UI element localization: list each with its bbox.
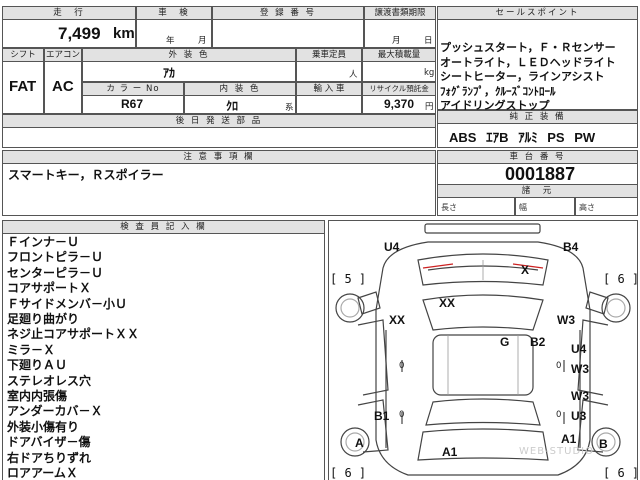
inspector-line: 足廻り曲がり (7, 312, 80, 327)
interior-color-header: 内 装 色 (184, 82, 296, 96)
inspector-line: 室内内張傷 (7, 389, 68, 404)
later-docs-header: 後 日 発 送 部 品 (2, 114, 436, 128)
damage-code-b4: B4 (563, 240, 579, 254)
width-label: 幅 (519, 203, 527, 212)
aircon-header: エアコン (44, 48, 82, 62)
damage-code-a1-bottom: A1 (442, 445, 458, 459)
panel-bracket: [ 5 ] (330, 272, 367, 286)
import-header: 輸 入 車 (296, 82, 362, 96)
inspector-line: Ｆインナ－Ｕ (7, 235, 80, 249)
interior-color-value: ｸﾛ (226, 99, 239, 113)
inspection-year-unit: 年 (166, 36, 175, 46)
equipment-list: ABS ｴｱB ｱﾙﾐ PS PW (449, 127, 595, 146)
inspector-line: ミラ－Ｘ (7, 342, 56, 357)
equipment-item: ABS (449, 130, 477, 145)
color-no-value: R67 (121, 97, 144, 111)
zero-marker: 0 (556, 361, 562, 371)
damage-code-xx-left: XX (389, 313, 406, 327)
damage-code-a1-right: A1 (561, 432, 577, 446)
max-load-header: 最大積載量 (362, 48, 436, 62)
inspector-header: 検 査 員 記 入 欄 (2, 220, 325, 234)
equipment-item: PW (574, 130, 596, 145)
damage-code-u4-right: U4 (571, 342, 587, 356)
sales-point-item: プッシュスタート，Ｆ・Ｒセンサー (440, 41, 616, 54)
inspector-line: ステレオレス穴 (7, 373, 92, 388)
capacity-unit: 人 (349, 70, 358, 80)
damage-code-a-left: A (355, 436, 364, 450)
notes-text: スマートキー，Ｒスポイラー (8, 168, 164, 182)
notes-header: 注 意 事 項 欄 (2, 150, 436, 164)
sales-point-item: シートヒーター，ラインアシスト (440, 70, 605, 83)
inspector-line: Ｆサイドメンバ－小Ｕ (7, 296, 128, 311)
aircon-value: AC (52, 78, 74, 95)
height-label: 高さ (579, 203, 595, 212)
damage-code-g: G (500, 335, 510, 349)
equipment-header: 純 正 装 備 (437, 110, 638, 124)
max-load-unit: kg (424, 68, 435, 78)
recycle-value: 9,370 (384, 97, 415, 111)
damage-code-w3-right-low: W3 (571, 389, 589, 403)
mileage-header: 走 行 (2, 6, 136, 20)
inspection-header: 車 検 (136, 6, 212, 20)
panel-bracket: [ 6 ] (603, 272, 640, 286)
inspector-lines: Ｆインナ－Ｕ フロントピラ－Ｕ センターピラ－Ｕ コアサポートＸ Ｆサイドメンバ… (7, 235, 322, 480)
inspector-line: 外装小傷有り (7, 419, 80, 434)
inspector-line: センターピラ－Ｕ (7, 265, 104, 280)
inspector-line: フロントピラ－Ｕ (7, 250, 104, 265)
inspector-line: ロアアームＸ (7, 466, 78, 480)
color-no-header: カ ラ ー No (82, 82, 184, 96)
inspector-line: 下廻りＡＵ (7, 358, 68, 373)
inspector-line: アンダーカバ－Ｘ (7, 404, 103, 419)
inspector-line: ネジ止コアサポートＸＸ (7, 327, 140, 342)
sales-point-item: オートライト，ＬＥＤヘッドライト (440, 55, 616, 69)
zero-marker: 0 (399, 361, 405, 371)
damage-code-b-right: B (599, 437, 608, 451)
panel-bracket: [ 6 ] (330, 466, 367, 480)
damage-code-b1: B1 (374, 409, 390, 423)
damage-code-w3-right-top: W3 (557, 313, 575, 327)
exterior-color-value: ｱｶ (163, 66, 176, 80)
damage-code-b2: B2 (530, 335, 546, 349)
shift-value: FAT (9, 78, 37, 95)
capacity-header: 乗車定員 (296, 48, 362, 62)
shift-header: シフト (2, 48, 44, 62)
registration-header: 登 録 番 号 (212, 6, 364, 20)
car-diagram (335, 223, 631, 476)
equipment-item: PS (547, 130, 565, 145)
inspector-line: ドアバイザ－傷 (7, 435, 91, 450)
transfer-header: 譲渡書類期限 (364, 6, 436, 20)
zero-marker: 0 (399, 410, 405, 420)
length-label: 長さ (441, 203, 457, 212)
damage-code-x-top: X (521, 263, 530, 277)
chassis-value: 0001887 (505, 164, 576, 184)
equipment-item: ｴｱB (486, 130, 509, 145)
damage-code-u4: U4 (384, 240, 400, 254)
mileage-unit: km (113, 25, 135, 42)
panel-bracket: [ 6 ] (603, 466, 640, 480)
equipment-item: ｱﾙﾐ (518, 130, 538, 145)
chassis-header: 車 台 番 号 (437, 150, 638, 164)
sales-point-item: ﾌｫｸﾞﾗﾝﾌﾟ，ｸﾙｰｽﾞｺﾝﾄﾛｰﾙ (440, 84, 556, 98)
damage-code-w3-right-mid: W3 (571, 362, 589, 376)
transfer-day-unit: 日 (424, 36, 433, 46)
damage-code-xx-center: XX (439, 296, 456, 310)
watermark: WEB-STUDIO (519, 446, 594, 457)
interior-color-suffix: 系 (285, 103, 294, 113)
exterior-color-header: 外 装 色 (82, 48, 296, 62)
mileage-value: 7,499 (58, 24, 101, 43)
sales-points-header: セールスポイント (437, 6, 638, 20)
inspector-line: 右ドアちりずれ (7, 450, 92, 465)
zero-marker: 0 (556, 410, 562, 420)
sales-points-list: プッシュスタート，Ｆ・Ｒセンサー オートライト，ＬＥＤヘッドライト シートヒータ… (440, 41, 638, 114)
inspection-month-unit: 月 (198, 36, 207, 46)
transfer-month-unit: 月 (392, 36, 401, 46)
damage-code-u3: U3 (571, 409, 587, 423)
recycle-unit: 円 (425, 102, 434, 112)
dims-header: 諸 元 (437, 184, 638, 198)
recycle-header: リサイクル預託金 (362, 82, 436, 96)
inspector-line: コアサポートＸ (7, 281, 92, 296)
